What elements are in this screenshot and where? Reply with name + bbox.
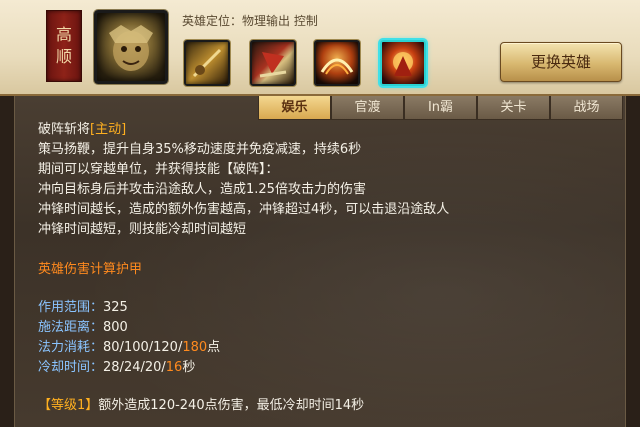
tab-entertainment[interactable]: 娱乐	[258, 96, 331, 120]
skill-description: 破阵斩将[主动] 策马扬鞭，提升自身35%移动速度并免疫减速，持续6秒 期间可以…	[38, 120, 618, 416]
hero-header: 高 顺 英雄定位：物理输出 控制 更换英雄	[0, 0, 640, 96]
stat-mana: 法力消耗：80/100/120/180点	[38, 338, 618, 358]
stat-cd-label: 冷却时间：	[38, 360, 104, 375]
stat-cast-value: 800	[103, 320, 128, 335]
skill-type: [主动]	[90, 122, 127, 137]
stat-range-value: 325	[103, 300, 128, 315]
skill-title: 破阵斩将[主动]	[38, 120, 618, 140]
stat-cd-max: 16	[165, 360, 183, 375]
stat-cast-label: 施法距离：	[38, 320, 104, 335]
tab-guandu[interactable]: 官渡	[331, 96, 404, 120]
skill-name: 破阵斩将	[38, 122, 91, 137]
stat-cooldown: 冷却时间：28/24/20/16秒	[38, 358, 618, 378]
skill-3-icon[interactable]	[314, 40, 360, 86]
skill-4-icon[interactable]	[380, 40, 426, 86]
tab-stage[interactable]: 关卡	[477, 96, 550, 120]
skill-stats: 作用范围：325 施法距离：800 法力消耗：80/100/120/180点 冷…	[38, 298, 618, 378]
stat-cast-distance: 施法距离：800	[38, 318, 618, 338]
stat-mana-unit: 点	[207, 340, 221, 355]
hero-name-char-2: 顺	[55, 47, 72, 66]
stat-range: 作用范围：325	[38, 298, 618, 318]
skill-2-icon[interactable]	[250, 40, 296, 86]
hero-role-label: 英雄定位：物理输出 控制	[182, 14, 318, 28]
hero-face-icon	[109, 25, 153, 71]
stat-mana-value: 80/100/120/	[103, 340, 183, 355]
skill-desc-line: 冲向目标身后并攻击沿途敌人，造成1.25倍攻击力的伤害	[38, 182, 366, 197]
level-tag: 【等级1】	[38, 398, 99, 413]
skill-desc-line: 冲锋时间越长，造成的额外伤害越高，冲锋超过4秒，可以击退沿途敌人	[38, 202, 450, 217]
change-hero-button[interactable]: 更换英雄	[500, 42, 622, 82]
stat-mana-label: 法力消耗：	[38, 340, 104, 355]
stat-range-label: 作用范围：	[38, 300, 104, 315]
tab-battlefield[interactable]: 战场	[550, 96, 623, 120]
mode-tabs: 娱乐 官渡 In霸 关卡 战场	[258, 96, 623, 120]
hero-name-tag: 高 顺	[46, 10, 82, 82]
stat-cd-unit: 秒	[182, 360, 196, 375]
stat-mana-max: 180	[182, 340, 208, 355]
skill-desc-line: 冲锋时间越短，则技能冷却时间越短	[38, 222, 247, 237]
stat-cd-value: 28/24/20/	[103, 360, 166, 375]
hero-name-char-1: 高	[55, 25, 72, 44]
skill-desc-line: 策马扬鞭，提升自身35%移动速度并免疫减速，持续6秒	[38, 142, 362, 157]
skill-desc-line: 期间可以穿越单位，并获得技能【破阵】：	[38, 162, 279, 177]
level-text: 额外造成120-240点伤害，最低冷却时间14秒	[98, 398, 365, 413]
armor-note: 英雄伤害计算护甲	[38, 262, 143, 277]
skill-1-icon[interactable]	[184, 40, 230, 86]
hero-portrait[interactable]	[94, 10, 168, 84]
tab-inba[interactable]: In霸	[404, 96, 477, 120]
level-bonus: 【等级1】额外造成120-240点伤害，最低冷却时间14秒	[38, 396, 618, 416]
